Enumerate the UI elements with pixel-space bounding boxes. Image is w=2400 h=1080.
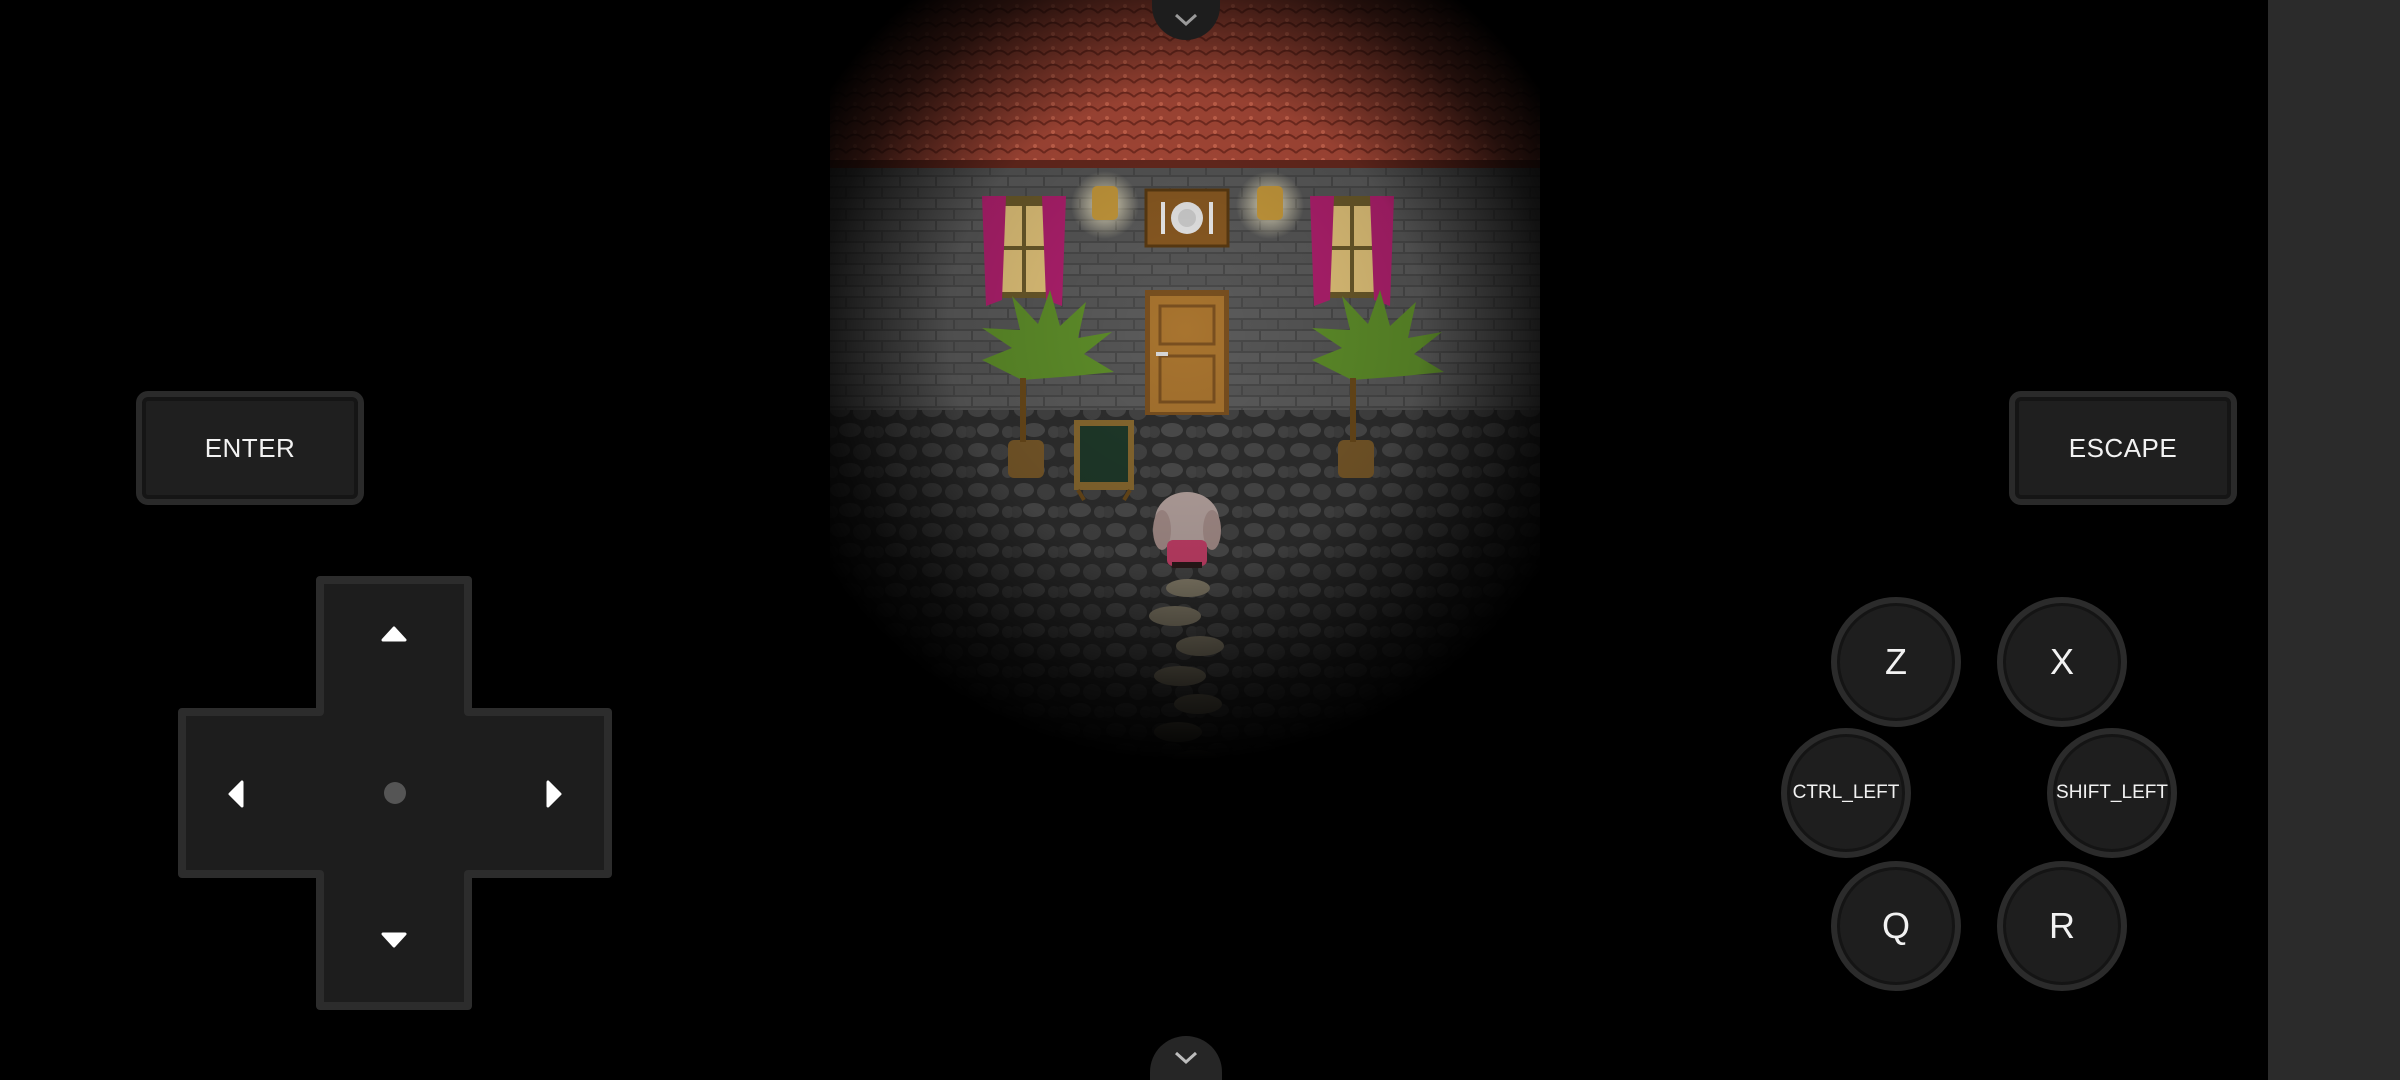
enter-button[interactable]: ENTER (136, 391, 364, 505)
x-button[interactable]: X (1997, 597, 2127, 727)
enter-label: ENTER (204, 432, 296, 463)
q-button[interactable]: Q (1831, 861, 1961, 991)
dpad-down-button[interactable] (320, 874, 468, 1006)
ctrl-left-label: CTRL_LEFT (1792, 782, 1900, 803)
chevron-down-icon (1174, 1051, 1198, 1065)
triangle-left-icon (228, 780, 244, 808)
shift-left-button[interactable]: SHIFT_LEFT (2047, 728, 2177, 858)
q-label: Q (1881, 905, 1910, 946)
escape-button[interactable]: ESCAPE (2009, 391, 2237, 505)
z-button[interactable]: Z (1831, 597, 1961, 727)
ctrl-left-button[interactable]: CTRL_LEFT (1781, 728, 1911, 858)
dpad-left-button[interactable] (182, 712, 320, 874)
triangle-right-icon (546, 780, 562, 808)
dpad-right-button[interactable] (468, 712, 608, 874)
escape-label: ESCAPE (2068, 432, 2178, 463)
dpad (178, 576, 612, 1010)
z-label: Z (1885, 641, 1907, 682)
r-label: R (2049, 905, 2075, 946)
chevron-down-icon (1174, 13, 1198, 27)
triangle-down-icon (381, 932, 407, 948)
shift-left-label: SHIFT_LEFT (2056, 782, 2168, 803)
dpad-up-button[interactable] (320, 580, 468, 712)
triangle-up-icon (381, 626, 407, 642)
side-panel (2268, 0, 2400, 1080)
x-label: X (2049, 641, 2074, 682)
r-button[interactable]: R (1997, 861, 2127, 991)
dpad-center-dot (384, 782, 406, 804)
